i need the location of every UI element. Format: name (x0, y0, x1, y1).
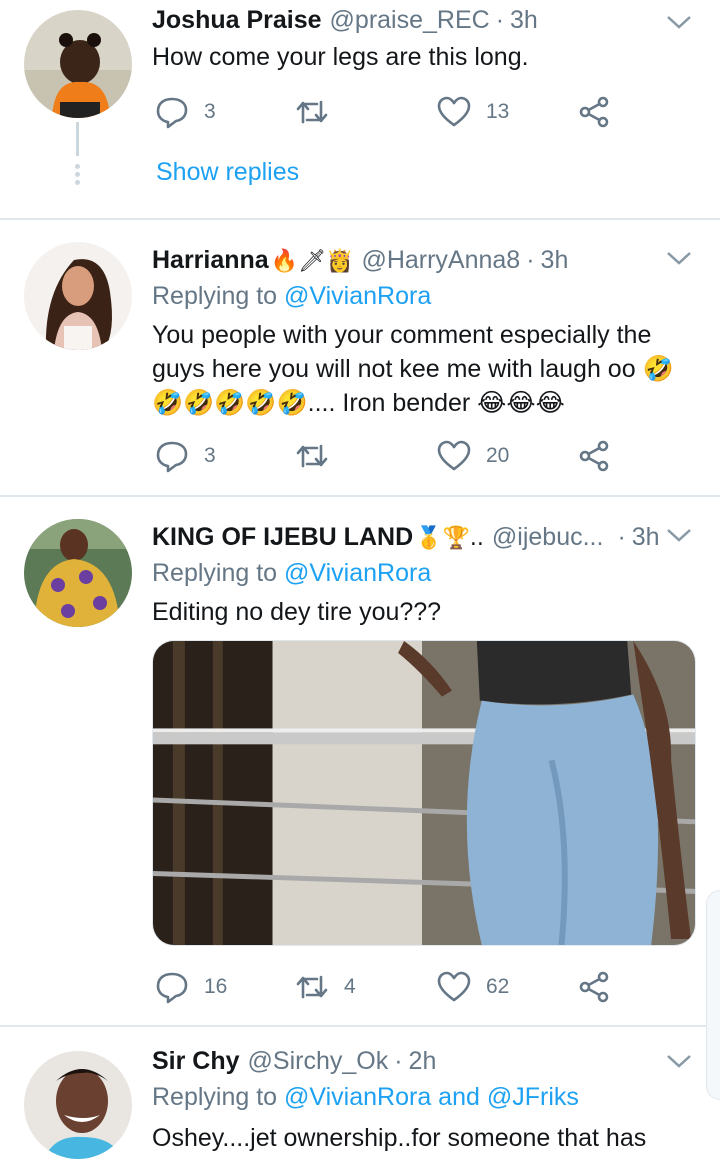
share-button[interactable] (576, 967, 612, 1007)
replying-to: Replying to @VivianRora (152, 559, 431, 588)
tweet-text-line: 🤣🤣🤣🤣🤣.... Iron bender 😂😂😂 (152, 389, 565, 417)
name-emoji: 🔥🗡👸 (270, 249, 354, 274)
like-icon (437, 440, 471, 471)
like-button[interactable]: 62 (436, 967, 509, 1007)
replying-label: Replying to (152, 559, 285, 587)
tweet-text-line: You people with your comment especially … (152, 321, 652, 349)
retweet-button[interactable]: 4 (294, 967, 356, 1007)
share-icon (579, 96, 609, 128)
retweet-button[interactable] (294, 92, 344, 132)
user-handle[interactable]: @ijebuc... (492, 523, 604, 552)
display-name[interactable]: Harrianna (152, 246, 269, 275)
tweet-header: Harrianna 🔥🗡👸 @HarryAnna8 · 3h (152, 246, 660, 275)
retweet-count: 4 (344, 975, 356, 998)
separator-dot: · (394, 1047, 403, 1075)
tweet-text: You people with your comment especially … (152, 318, 680, 420)
avatar[interactable] (24, 519, 132, 627)
reply-icon (156, 441, 188, 473)
reply-count: 16 (204, 975, 228, 998)
avatar[interactable] (24, 242, 132, 350)
tweet-photo[interactable] (152, 640, 696, 946)
thread-dot (75, 164, 80, 169)
like-icon (437, 96, 471, 127)
replying-to: Replying to @VivianRora (152, 282, 431, 311)
chevron-down-icon[interactable] (664, 248, 694, 268)
user-handle[interactable]: @praise_REC (330, 6, 490, 35)
replying-to: Replying to @VivianRora and @JFriks (152, 1083, 579, 1112)
tweet-actions: 3 13 (152, 92, 632, 132)
mention-link[interactable]: @VivianRora and @JFriks (284, 1083, 579, 1111)
share-icon (579, 971, 609, 1003)
retweet-icon (296, 975, 328, 999)
display-name[interactable]: Joshua Praise (152, 6, 322, 35)
tweet-text-line: guys here you will not kee me with laugh… (152, 355, 674, 383)
reply-count: 3 (204, 444, 216, 467)
retweet-button[interactable] (294, 436, 344, 476)
tweet-card[interactable]: Harrianna 🔥🗡👸 @HarryAnna8 · 3h Replying … (0, 220, 720, 497)
like-button[interactable]: 20 (436, 436, 509, 476)
scroll-handle[interactable] (706, 890, 720, 1100)
display-name[interactable]: Sir Chy (152, 1047, 240, 1076)
reply-button[interactable]: 16 (154, 967, 227, 1007)
reply-icon (156, 97, 188, 129)
user-handle[interactable]: @HarryAnna8 (361, 246, 520, 275)
separator-dot: · (526, 246, 535, 274)
thread-dot (75, 180, 80, 185)
reply-count: 3 (204, 100, 216, 123)
avatar[interactable] (24, 1051, 132, 1159)
like-count: 62 (486, 975, 510, 998)
thread-dot (75, 172, 80, 177)
separator-dot: · (617, 523, 626, 551)
name-emoji: 🥇🏆.. (415, 526, 484, 551)
replying-label: Replying to (152, 282, 285, 310)
tweet-text: Editing no dey tire you??? (152, 598, 442, 626)
share-button[interactable] (576, 92, 612, 132)
replying-label: Replying to (152, 1083, 285, 1111)
timestamp[interactable]: 2h (409, 1047, 437, 1076)
tweet-actions: 3 20 (152, 436, 632, 476)
reply-icon (156, 972, 188, 1004)
avatar[interactable] (24, 10, 132, 118)
timestamp[interactable]: 3h (632, 523, 660, 552)
tweet-actions: 16 4 62 (152, 967, 632, 1007)
reply-button[interactable]: 3 (154, 92, 216, 132)
separator-dot: · (495, 6, 505, 34)
tweet-header: Sir Chy @Sirchy_Ok · 2h (152, 1047, 660, 1076)
share-icon (579, 440, 609, 472)
tweet-card[interactable]: Sir Chy @Sirchy_Ok · 2h Replying to @Viv… (0, 1027, 720, 1162)
like-count: 13 (486, 100, 510, 123)
display-name[interactable]: KING OF IJEBU LAND (152, 523, 413, 552)
retweet-icon (296, 100, 328, 124)
tweet-text: How come your legs are this long. (152, 43, 529, 71)
chevron-down-icon[interactable] (664, 12, 694, 32)
reply-button[interactable]: 3 (154, 436, 216, 476)
chevron-down-icon[interactable] (664, 525, 694, 545)
show-replies-link[interactable]: Show replies (156, 158, 299, 187)
timestamp[interactable]: 3h (541, 246, 569, 275)
tweet-text: Oshey....jet ownership..for someone that… (152, 1124, 647, 1152)
like-count: 20 (486, 444, 510, 467)
tweet-header: KING OF IJEBU LAND 🥇🏆.. @ijebuc... · 3h (152, 523, 660, 552)
timestamp[interactable]: 3h (510, 6, 538, 35)
like-icon (437, 971, 471, 1002)
thread-line (76, 122, 79, 156)
retweet-icon (296, 444, 328, 468)
like-button[interactable]: 13 (436, 92, 509, 132)
mention-link[interactable]: @VivianRora (284, 559, 431, 587)
tweet-card[interactable]: Joshua Praise @praise_REC · 3h How come … (0, 0, 720, 220)
tweet-header: Joshua Praise @praise_REC · 3h (152, 6, 660, 35)
share-button[interactable] (576, 436, 612, 476)
user-handle[interactable]: @Sirchy_Ok (248, 1047, 389, 1076)
chevron-down-icon[interactable] (664, 1051, 694, 1071)
mention-link[interactable]: @VivianRora (284, 282, 431, 310)
